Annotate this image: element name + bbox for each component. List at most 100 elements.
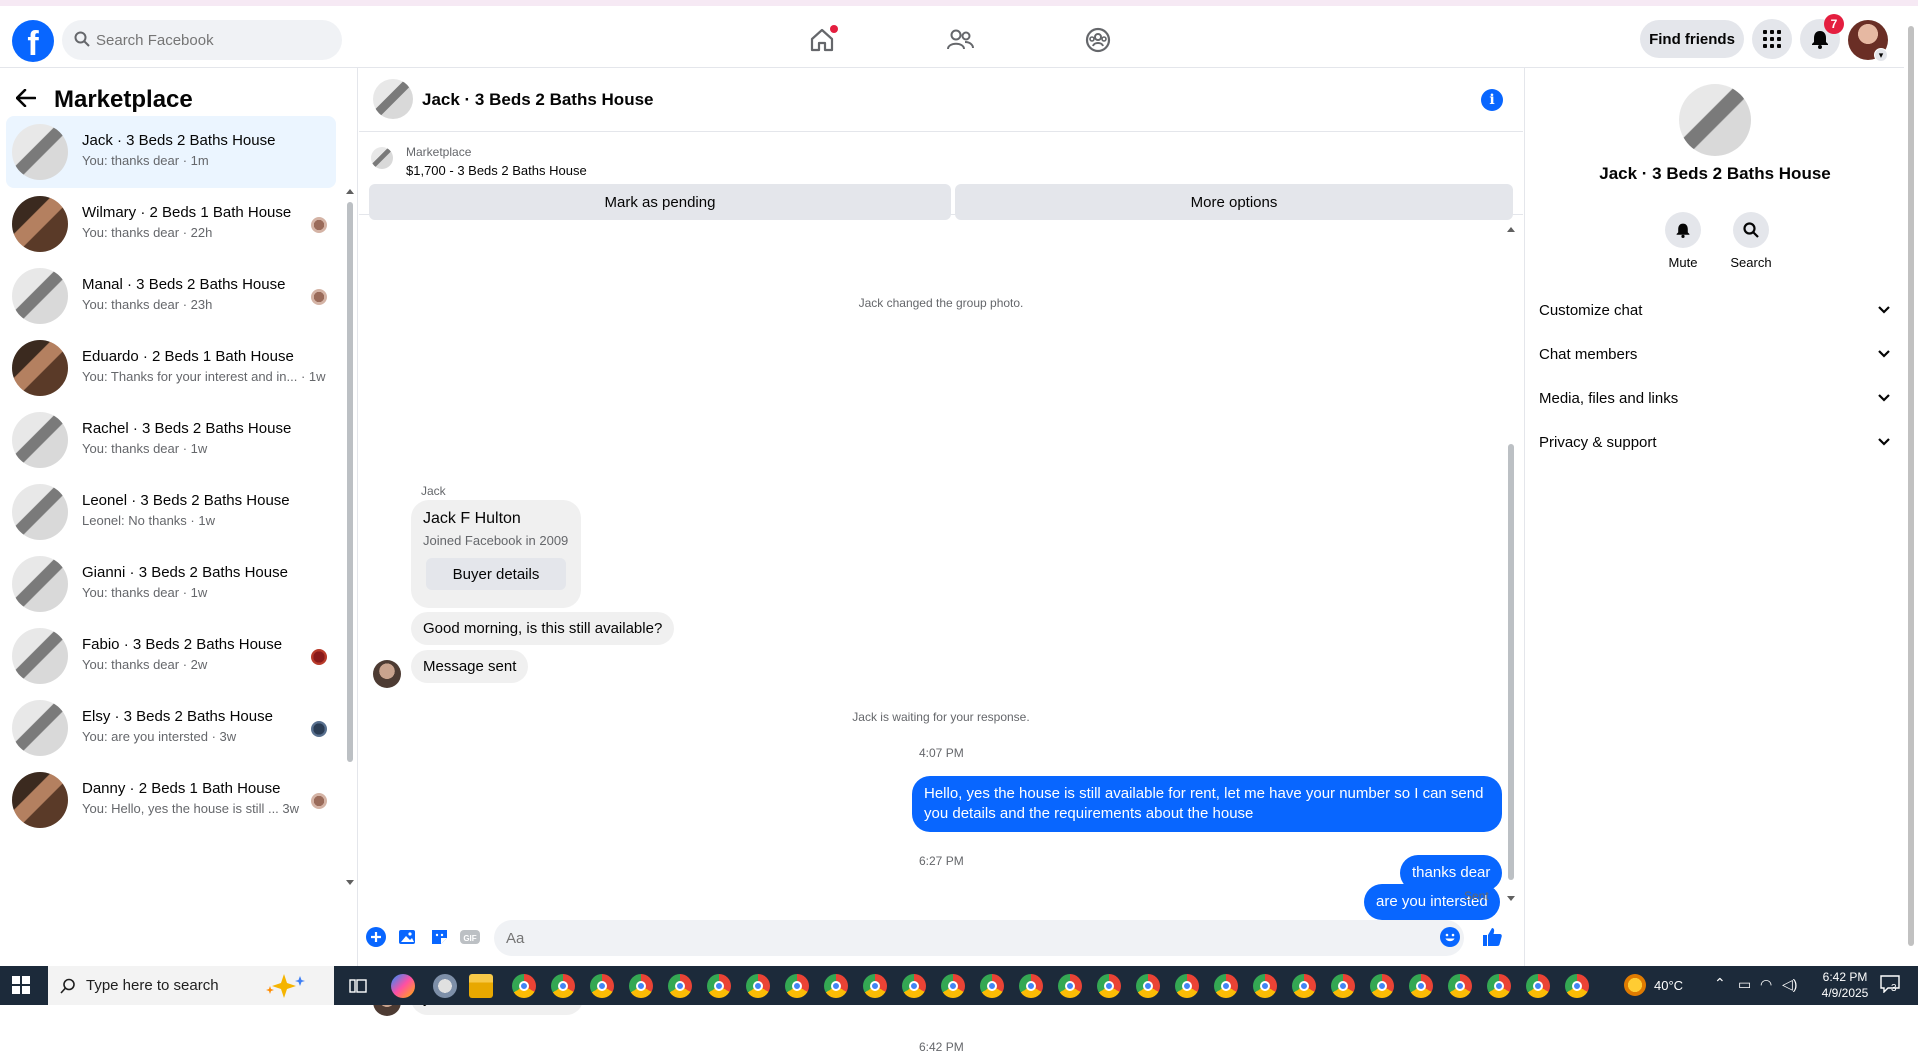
sticker-icon[interactable]	[429, 926, 451, 948]
taskbar-search[interactable]: Type here to search	[48, 966, 334, 1005]
copilot-app-icon[interactable]	[391, 974, 415, 998]
conversation-item[interactable]: Wilmary · 2 Beds 1 Bath House You: thank…	[6, 188, 336, 260]
chrome-window-icon[interactable]	[1292, 974, 1316, 998]
chrome-window-icon[interactable]	[1097, 974, 1121, 998]
notifications-center-icon[interactable]: 3	[1880, 975, 1902, 995]
conversation-item[interactable]: Eduardo · 2 Beds 1 Bath House You: Thank…	[6, 332, 336, 404]
media-files-links-section[interactable]: Media, files and links	[1539, 378, 1891, 418]
buyer-details-button[interactable]: Buyer details	[426, 558, 566, 590]
task-view-icon[interactable]	[349, 977, 367, 995]
scroll-down-arrow-icon[interactable]	[346, 878, 354, 886]
chrome-window-icon[interactable]	[1058, 974, 1082, 998]
chrome-window-icon[interactable]	[980, 974, 1004, 998]
chrome-window-icon[interactable]	[590, 974, 614, 998]
chrome-window-icon[interactable]	[1409, 974, 1433, 998]
chrome-window-icon[interactable]	[824, 974, 848, 998]
search-box[interactable]	[62, 20, 342, 60]
outgoing-message[interactable]: thanks dear	[1400, 855, 1503, 891]
home-icon[interactable]	[800, 18, 844, 62]
incoming-message[interactable]: Message sent	[411, 650, 529, 683]
conversation-item[interactable]: Elsy · 3 Beds 2 Baths House You: are you…	[6, 692, 336, 764]
chrome-window-icon[interactable]	[1175, 974, 1199, 998]
chrome-window-icon[interactable]	[1214, 974, 1238, 998]
facebook-logo-icon[interactable]: f	[12, 20, 54, 62]
chevron-up-icon[interactable]: ⌃	[1714, 975, 1726, 992]
chrome-window-icon[interactable]	[1019, 974, 1043, 998]
customize-chat-section[interactable]: Customize chat	[1539, 290, 1891, 330]
scrollbar-thumb[interactable]	[1908, 26, 1914, 946]
chrome-window-icon[interactable]	[551, 974, 575, 998]
privacy-support-section[interactable]: Privacy & support	[1539, 422, 1891, 462]
chat-listing-thumbnail[interactable]	[373, 79, 413, 119]
chrome-window-icon[interactable]	[746, 974, 770, 998]
chat-members-section[interactable]: Chat members	[1539, 334, 1891, 374]
search-input[interactable]	[96, 20, 326, 60]
scroll-up-arrow-icon[interactable]	[1507, 226, 1515, 234]
bell-icon[interactable]	[1665, 212, 1701, 248]
scrollbar-thumb[interactable]	[347, 202, 353, 762]
chat-info-thumbnail[interactable]	[1679, 84, 1751, 156]
taskbar-clock[interactable]: 6:42 PM 4/9/2025	[1810, 969, 1880, 1001]
info-icon[interactable]: i	[1481, 89, 1503, 111]
chrome-window-icon[interactable]	[863, 974, 887, 998]
file-explorer-icon[interactable]	[469, 974, 493, 998]
conversation-item[interactable]: Gianni · 3 Beds 2 Baths House You: thank…	[6, 548, 336, 620]
wifi-icon[interactable]: ◠	[1760, 976, 1772, 993]
back-arrow-icon[interactable]	[15, 86, 44, 114]
chrome-window-icon[interactable]	[512, 974, 536, 998]
app-icon[interactable]	[433, 974, 457, 998]
conversation-list-scrollbar[interactable]	[346, 118, 354, 885]
listing-price-title[interactable]: $1,700 - 3 Beds 2 Baths House	[406, 163, 587, 178]
scroll-up-arrow-icon[interactable]	[346, 188, 354, 196]
chrome-window-icon[interactable]	[1136, 974, 1160, 998]
plus-circle-icon[interactable]	[365, 926, 387, 948]
windows-start-icon[interactable]	[12, 976, 30, 999]
conversation-item[interactable]: Danny · 2 Beds 1 Bath House You: Hello, …	[6, 764, 336, 836]
volume-icon[interactable]: ◁)	[1782, 976, 1797, 993]
mute-action[interactable]: Mute	[1653, 212, 1713, 270]
outgoing-message[interactable]: Hello, yes the house is still available …	[912, 776, 1502, 832]
conversation-item[interactable]: Fabio · 3 Beds 2 Baths House You: thanks…	[6, 620, 336, 692]
chrome-window-icon[interactable]	[1526, 974, 1550, 998]
chrome-window-icon[interactable]	[1487, 974, 1511, 998]
temperature[interactable]: 40°C	[1654, 978, 1683, 993]
chat-title[interactable]: Jack · 3 Beds 2 Baths House	[422, 90, 653, 110]
conversation-item[interactable]: Jack · 3 Beds 2 Baths House You: thanks …	[6, 116, 336, 188]
incoming-message[interactable]: Good morning, is this still available?	[411, 612, 675, 645]
friends-icon[interactable]	[938, 18, 982, 62]
chrome-window-icon[interactable]	[668, 974, 692, 998]
search-action[interactable]: Search	[1721, 212, 1781, 270]
chat-scrollbar[interactable]	[1507, 227, 1515, 901]
chrome-window-icon[interactable]	[1448, 974, 1472, 998]
search-icon[interactable]	[1733, 212, 1769, 248]
chrome-window-icon[interactable]	[1370, 974, 1394, 998]
chrome-window-icon[interactable]	[707, 974, 731, 998]
sender-avatar[interactable]	[373, 660, 401, 688]
message-input[interactable]	[494, 920, 1464, 956]
gif-icon[interactable]: GIF	[459, 926, 481, 948]
account-chevron-down-icon[interactable]: ▾	[1874, 48, 1888, 62]
conversation-item[interactable]: Leonel · 3 Beds 2 Baths House Leonel: No…	[6, 476, 336, 548]
chrome-window-icon[interactable]	[902, 974, 926, 998]
chrome-window-icon[interactable]	[1331, 974, 1355, 998]
scrollbar-thumb[interactable]	[1508, 444, 1514, 880]
scroll-down-arrow-icon[interactable]	[1507, 894, 1515, 902]
conversation-item[interactable]: Rachel · 3 Beds 2 Baths House You: thank…	[6, 404, 336, 476]
photo-icon[interactable]	[397, 926, 419, 948]
meet-icon[interactable]: ▭	[1738, 976, 1751, 993]
chrome-window-icon[interactable]	[629, 974, 653, 998]
menu-grid-icon[interactable]	[1752, 19, 1792, 59]
chrome-window-icon[interactable]	[941, 974, 965, 998]
conversation-item[interactable]: Manal · 3 Beds 2 Baths House You: thanks…	[6, 260, 336, 332]
chrome-window-icon[interactable]	[1565, 974, 1589, 998]
thumbs-up-icon[interactable]	[1481, 926, 1503, 948]
chrome-window-icon[interactable]	[785, 974, 809, 998]
emoji-icon[interactable]	[1439, 926, 1461, 948]
chrome-window-icon[interactable]	[1253, 974, 1277, 998]
groups-icon[interactable]	[1076, 18, 1120, 62]
mark-as-pending-button[interactable]: Mark as pending	[369, 184, 951, 220]
more-options-button[interactable]: More options	[955, 184, 1513, 220]
find-friends-button[interactable]: Find friends	[1640, 20, 1744, 58]
page-scrollbar[interactable]	[1904, 6, 1918, 966]
weather-icon[interactable]	[1624, 974, 1646, 996]
